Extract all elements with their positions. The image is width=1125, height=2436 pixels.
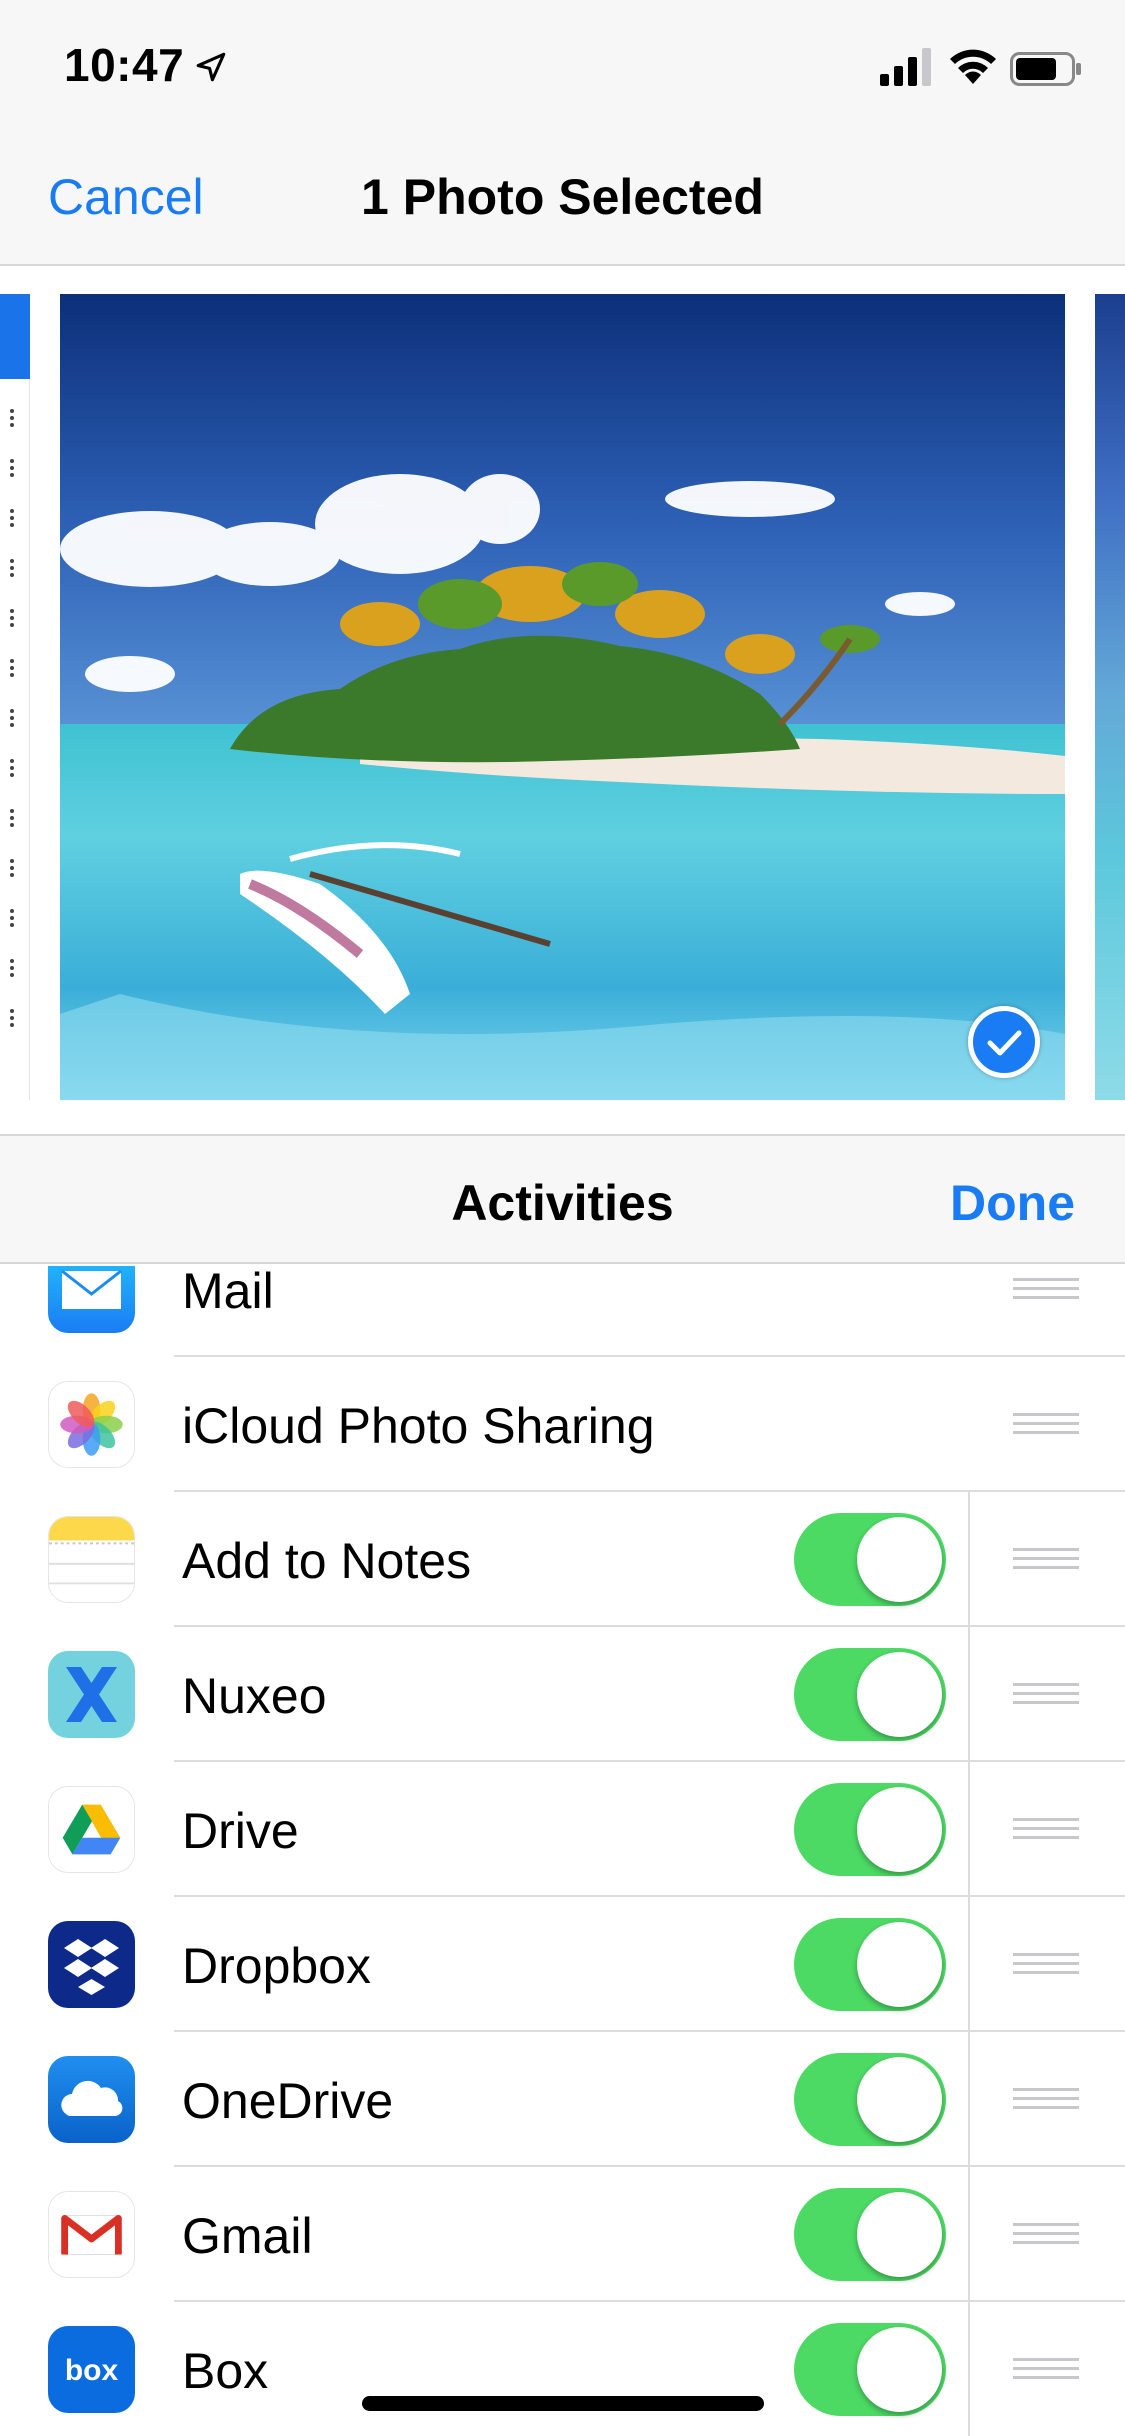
previous-photo-dots: [10, 559, 14, 577]
previous-photo-dots: [10, 659, 14, 677]
cellular-signal-icon: [880, 48, 931, 86]
activity-label: Box: [182, 2343, 269, 2399]
column-divider: [968, 1627, 970, 1762]
activity-label: Nuxeo: [182, 1668, 327, 1724]
previous-photo-dots: [10, 1009, 14, 1027]
reorder-handle-icon[interactable]: [1013, 2088, 1079, 2112]
dropbox-icon: [48, 1921, 135, 2008]
gmail-icon: [48, 2191, 135, 2278]
toggle-knob: [857, 2057, 942, 2142]
photos-icon: [48, 1381, 135, 1468]
tropical-island-image: [60, 294, 1065, 1100]
reorder-handle-icon[interactable]: [1013, 1683, 1079, 1707]
reorder-handle-icon[interactable]: [1013, 1818, 1079, 1842]
activity-row-drive[interactable]: Drive: [0, 1762, 1125, 1897]
enable-toggle[interactable]: [794, 1648, 946, 1741]
next-photo-thumbnail[interactable]: [1095, 294, 1125, 1100]
reorder-handle-icon[interactable]: [1013, 2223, 1079, 2247]
toggle-knob: [857, 1652, 942, 1737]
toggle-knob: [857, 2192, 942, 2277]
enable-toggle[interactable]: [794, 2323, 946, 2416]
nuxeo-icon: [48, 1651, 135, 1738]
activity-label: Drive: [182, 1803, 299, 1859]
home-indicator[interactable]: [362, 2396, 764, 2411]
selected-checkmark-icon: [968, 1006, 1040, 1078]
selected-photo[interactable]: [60, 294, 1065, 1100]
previous-photo-highlight: [0, 294, 30, 379]
previous-photo-dots: [10, 859, 14, 877]
activity-row-add-to-notes[interactable]: Add to Notes: [0, 1492, 1125, 1627]
reorder-handle-icon[interactable]: [1013, 1413, 1079, 1437]
toggle-knob: [857, 1517, 942, 1602]
previous-photo-dots: [10, 409, 14, 427]
column-divider: [968, 1762, 970, 1897]
reorder-handle-icon[interactable]: [1013, 1278, 1079, 1302]
column-divider: [968, 2032, 970, 2167]
activity-row-onedrive[interactable]: OneDrive: [0, 2032, 1125, 2167]
enable-toggle[interactable]: [794, 1513, 946, 1606]
reorder-handle-icon[interactable]: [1013, 2358, 1079, 2382]
reorder-handle-icon[interactable]: [1013, 1953, 1079, 1977]
previous-photo-dots: [10, 909, 14, 927]
activity-label: OneDrive: [182, 2073, 394, 2129]
enable-toggle[interactable]: [794, 1783, 946, 1876]
activity-row-box[interactable]: box Box: [0, 2302, 1125, 2436]
activity-row-nuxeo[interactable]: Nuxeo: [0, 1627, 1125, 1762]
previous-photo-dots: [10, 959, 14, 977]
status-time: 10:47: [64, 39, 185, 91]
previous-photo-dots: [10, 609, 14, 627]
enable-toggle[interactable]: [794, 2188, 946, 2281]
onedrive-icon: [48, 2056, 135, 2143]
toggle-knob: [857, 1787, 942, 1872]
previous-photo-thumbnail[interactable]: [0, 294, 30, 1100]
photo-carousel[interactable]: [0, 268, 1125, 1136]
page-title: 1 Photo Selected: [0, 168, 1125, 226]
previous-photo-dots: [10, 709, 14, 727]
activity-row-gmail[interactable]: Gmail: [0, 2167, 1125, 2302]
page-title-text: 1 Photo Selected: [361, 169, 764, 225]
activity-label: Mail: [182, 1266, 274, 1319]
enable-toggle[interactable]: [794, 1918, 946, 2011]
google-drive-icon: [48, 1786, 135, 1873]
activity-row-icloud-photo-sharing[interactable]: iCloud Photo Sharing: [0, 1357, 1125, 1492]
activities-header: Activities Done: [0, 1134, 1125, 1264]
activities-list: Mail iCloud Photo Sharing Add to Notes N…: [0, 1266, 1125, 2436]
activity-row-dropbox[interactable]: Dropbox: [0, 1897, 1125, 2032]
location-arrow-icon: [196, 52, 226, 82]
toggle-knob: [857, 1922, 942, 2007]
nav-bar: Cancel 1 Photo Selected: [0, 140, 1125, 266]
column-divider: [968, 2167, 970, 2302]
activity-label: iCloud Photo Sharing: [182, 1398, 655, 1454]
column-divider: [968, 1897, 970, 2032]
box-icon: box: [48, 2326, 135, 2413]
mail-icon: [48, 1266, 135, 1333]
activity-label: Dropbox: [182, 1938, 371, 1994]
activity-row-mail[interactable]: Mail: [0, 1266, 1125, 1357]
toggle-knob: [857, 2327, 942, 2412]
column-divider: [968, 1492, 970, 1627]
notes-icon: [48, 1516, 135, 1603]
status-bar: 10:47: [0, 0, 1125, 140]
previous-photo-dots: [10, 509, 14, 527]
previous-photo-dots: [10, 759, 14, 777]
wifi-icon: [950, 49, 996, 84]
reorder-handle-icon[interactable]: [1013, 1548, 1079, 1572]
enable-toggle[interactable]: [794, 2053, 946, 2146]
column-divider: [968, 2302, 970, 2436]
battery-icon: [1010, 52, 1081, 86]
activity-label: Add to Notes: [182, 1533, 472, 1589]
done-button[interactable]: Done: [950, 1174, 1075, 1232]
previous-photo-dots: [10, 809, 14, 827]
box-logo-text: box: [65, 2354, 119, 2387]
previous-photo-dots: [10, 459, 14, 477]
activity-label: Gmail: [182, 2208, 313, 2264]
